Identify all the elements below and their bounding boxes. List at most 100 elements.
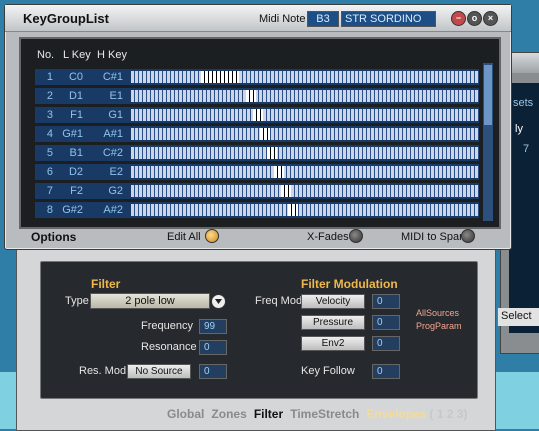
frequency-field[interactable]: 99 <box>199 319 227 334</box>
midi-note-field[interactable]: B3 <box>307 11 339 27</box>
key-range-highlight <box>267 147 277 159</box>
row-low-key: F1 <box>70 109 83 121</box>
row-low-key: C0 <box>68 71 83 83</box>
keygrouplist-window: KeyGroupList Midi Note B3 STR SORDINO − … <box>4 4 512 250</box>
tab-global[interactable]: Global <box>167 407 204 421</box>
keyfollow-label: Key Follow <box>301 365 355 377</box>
row-high-key: G2 <box>108 185 123 197</box>
freqmod-env2-button[interactable]: Env2 <box>301 336 365 351</box>
tab-envelopes[interactable]: Envelopes <box>366 407 426 421</box>
table-row[interactable]: 2 D1 E1 <box>35 88 479 104</box>
table-row[interactable]: 7 F2 G2 <box>35 183 479 199</box>
table-row[interactable]: 5 B1 C#2 <box>35 145 479 161</box>
row-low-key: D1 <box>68 90 83 102</box>
row-low-key: G#2 <box>62 204 83 216</box>
row-high-key: G1 <box>108 109 123 121</box>
row-keyboard-range[interactable] <box>131 109 479 121</box>
key-range-highlight <box>201 71 239 83</box>
tab-filter[interactable]: Filter <box>254 407 283 421</box>
progparam-link[interactable]: ProgParam <box>416 321 462 331</box>
freqmod-label: Freq Mod <box>255 295 303 307</box>
program-name-field[interactable]: STR SORDINO <box>341 11 436 27</box>
resmod-label: Res. Mod. <box>79 365 130 377</box>
row-high-key: E2 <box>109 166 123 178</box>
close-icon[interactable]: × <box>483 11 498 26</box>
filter-type-label: Type <box>65 295 89 307</box>
row-number: 1 <box>46 71 53 83</box>
col-header-hkey: H Key <box>97 49 127 61</box>
chevron-down-icon[interactable] <box>211 294 226 309</box>
midi-note-label: Midi Note <box>259 13 306 25</box>
row-keyboard-range[interactable] <box>131 185 479 197</box>
keygroup-table: No. L Key H Key 1 C0 C#1 2 D1 E1 3 F1 G1 4 G#1 A#1 5… <box>19 37 501 229</box>
row-number: 2 <box>46 90 53 102</box>
filter-section-title: Filter <box>91 277 121 291</box>
xfades-toggle[interactable] <box>349 229 363 243</box>
freqmod-pressure-field[interactable]: 0 <box>372 315 400 330</box>
row-number: 4 <box>46 128 53 140</box>
tab-timestretch[interactable]: TimeStretch <box>290 407 359 421</box>
table-row[interactable]: 1 C0 C#1 <box>35 69 479 85</box>
row-high-key: E1 <box>109 90 123 102</box>
tab-zones[interactable]: Zones <box>211 407 246 421</box>
row-high-key: A#1 <box>103 128 123 140</box>
background-select-label: Select <box>501 310 532 322</box>
keyfollow-field[interactable]: 0 <box>372 364 400 379</box>
row-keyboard-range[interactable] <box>131 90 479 102</box>
key-range-highlight <box>288 204 298 216</box>
table-row[interactable]: 8 G#2 A#2 <box>35 202 479 218</box>
background-select-button[interactable]: Select <box>497 308 539 326</box>
window-titlebar[interactable]: KeyGroupList Midi Note B3 STR SORDINO − … <box>5 5 511 32</box>
row-number: 7 <box>46 185 53 197</box>
resonance-label: Resonance <box>141 341 197 353</box>
midi-to-span-toggle[interactable] <box>461 229 475 243</box>
midi-to-span-label: MIDI to Span <box>401 231 466 243</box>
row-keyboard-range[interactable] <box>131 147 479 159</box>
frequency-label: Frequency <box>141 320 193 332</box>
resmod-field[interactable]: 0 <box>199 364 227 379</box>
restore-icon[interactable]: o <box>467 11 482 26</box>
xfades-label: X-Fades <box>307 231 349 243</box>
freqmod-pressure-button[interactable]: Pressure <box>301 315 365 330</box>
filter-type-dropdown[interactable]: 2 pole low <box>90 293 210 309</box>
table-row[interactable]: 3 F1 G1 <box>35 107 479 123</box>
key-range-highlight <box>274 166 284 178</box>
resonance-field[interactable]: 0 <box>199 340 227 355</box>
background-ly-label: ly <box>515 123 523 135</box>
row-high-key: A#2 <box>103 204 123 216</box>
table-row[interactable]: 4 G#1 A#1 <box>35 126 479 142</box>
row-keyboard-range[interactable] <box>131 128 479 140</box>
edit-all-label: Edit All <box>167 231 201 243</box>
key-range-highlight <box>253 109 263 121</box>
allsources-link[interactable]: AllSources <box>416 308 459 318</box>
key-range-highlight <box>260 128 270 140</box>
row-low-key: F2 <box>70 185 83 197</box>
row-number: 6 <box>46 166 53 178</box>
filter-settings-box: Filter Type 2 pole low Frequency 99 Reso… <box>40 261 478 399</box>
row-keyboard-range[interactable] <box>131 166 479 178</box>
freqmod-velocity-field[interactable]: 0 <box>372 294 400 309</box>
row-high-key: C#1 <box>102 71 123 83</box>
background-window-pane: sets ly 7 <box>509 83 539 333</box>
options-label[interactable]: Options <box>31 230 76 244</box>
row-low-key: D2 <box>68 166 83 178</box>
freqmod-velocity-button[interactable]: Velocity <box>301 294 365 309</box>
row-keyboard-range[interactable] <box>131 204 479 216</box>
col-header-no: No. <box>37 49 55 61</box>
resmod-source-button[interactable]: No Source <box>127 364 191 379</box>
edit-all-toggle[interactable] <box>205 229 219 243</box>
filter-modulation-title: Filter Modulation <box>301 277 398 291</box>
window-title: KeyGroupList <box>23 11 109 26</box>
table-row[interactable]: 6 D2 E2 <box>35 164 479 180</box>
background-seven-label: 7 <box>523 143 530 155</box>
background-sets-label: sets <box>513 97 534 109</box>
row-number: 8 <box>46 204 53 216</box>
scrollbar-thumb[interactable] <box>484 65 492 125</box>
minimize-icon[interactable]: − <box>451 11 466 26</box>
tab-envelope-numbers[interactable]: ( 1 2 3) <box>430 407 468 421</box>
row-keyboard-range[interactable] <box>131 71 479 83</box>
row-number: 5 <box>46 147 53 159</box>
freqmod-env2-field[interactable]: 0 <box>372 336 400 351</box>
row-low-key: B1 <box>69 147 83 159</box>
tab-bar: Global Zones Filter TimeStretch Envelope… <box>167 407 468 421</box>
